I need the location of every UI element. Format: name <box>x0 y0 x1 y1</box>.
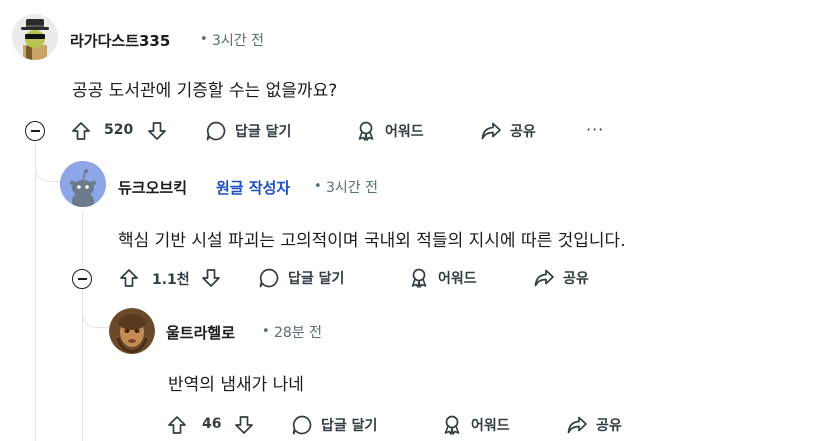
collapse-minus-icon <box>30 130 40 132</box>
award-icon <box>444 415 460 435</box>
reply-bubble-icon <box>259 268 279 288</box>
avatar-ultrahello[interactable] <box>109 308 155 354</box>
reply-label: 답글 달기 <box>235 124 292 140</box>
comment-time[interactable]: 3시간 전 <box>326 177 378 197</box>
vote-count: 520 <box>104 122 134 138</box>
comment-time[interactable]: 28분 전 <box>274 322 322 342</box>
comment-body: 반역의 냄새가 나네 <box>168 375 304 395</box>
reply-bubble-icon <box>292 415 312 435</box>
thread-connector-2 <box>82 282 110 328</box>
more-options-button[interactable]: ··· <box>586 120 604 139</box>
upvote-icon <box>168 416 186 434</box>
award-label: 어워드 <box>471 418 510 434</box>
thread-line-level-2 <box>82 212 83 441</box>
upvote-button[interactable] <box>166 414 188 436</box>
collapse-minus-icon <box>77 278 87 280</box>
collapse-thread-button[interactable] <box>72 269 92 289</box>
comment-time[interactable]: 3시간 전 <box>212 30 264 50</box>
meta-separator: • <box>200 32 208 47</box>
downvote-icon <box>202 269 220 287</box>
upvote-icon <box>72 122 90 140</box>
upvote-button[interactable] <box>70 120 92 142</box>
op-badge: 원글 작성자 <box>216 179 291 197</box>
reply-bubble-icon <box>206 121 226 141</box>
comment-author[interactable]: 울트라헬로 <box>166 322 235 343</box>
downvote-icon <box>148 122 166 140</box>
collapse-thread-button[interactable] <box>25 121 45 141</box>
comment-body: 공공 도서관에 기증할 수는 없을까요? <box>72 81 338 101</box>
meta-separator: • <box>262 324 270 339</box>
avatar-dukeofkick[interactable] <box>60 161 106 207</box>
avatar-raggadast[interactable] <box>12 14 58 60</box>
share-arrow-icon <box>534 269 554 287</box>
comment-author[interactable]: 라가다스트335 <box>70 30 170 51</box>
share-label: 공유 <box>563 271 589 287</box>
comment-body: 핵심 기반 시설 파괴는 고의적이며 국내외 적들의 지시에 따른 것입니다. <box>118 231 626 251</box>
upvote-icon <box>120 269 138 287</box>
downvote-button[interactable] <box>233 414 255 436</box>
share-label: 공유 <box>596 418 622 434</box>
reply-label: 답글 달기 <box>288 271 345 287</box>
reply-button[interactable]: 답글 달기 <box>258 267 344 289</box>
share-button[interactable]: 공유 <box>480 120 536 142</box>
award-button[interactable]: 어워드 <box>355 120 424 142</box>
upvote-button[interactable] <box>118 267 140 289</box>
vote-count: 46 <box>202 416 222 432</box>
reply-button[interactable]: 답글 달기 <box>291 414 377 436</box>
share-arrow-icon <box>567 416 587 434</box>
award-label: 어워드 <box>438 271 477 287</box>
comment-author[interactable]: 듀크오브킥 <box>118 177 187 198</box>
reply-button[interactable]: 답글 달기 <box>205 120 291 142</box>
share-label: 공유 <box>510 124 536 140</box>
reply-label: 답글 달기 <box>321 418 378 434</box>
share-arrow-icon <box>481 122 501 140</box>
vote-count: 1.1천 <box>152 272 190 288</box>
award-icon <box>358 121 374 141</box>
award-button[interactable]: 어워드 <box>441 414 510 436</box>
share-button[interactable]: 공유 <box>533 267 589 289</box>
downvote-icon <box>235 416 253 434</box>
downvote-button[interactable] <box>200 267 222 289</box>
award-button[interactable]: 어워드 <box>408 267 477 289</box>
share-button[interactable]: 공유 <box>566 414 622 436</box>
award-label: 어워드 <box>385 124 424 140</box>
meta-separator: • <box>314 179 322 194</box>
downvote-button[interactable] <box>146 120 168 142</box>
thread-line-level-1 <box>35 142 36 441</box>
award-icon <box>411 268 427 288</box>
